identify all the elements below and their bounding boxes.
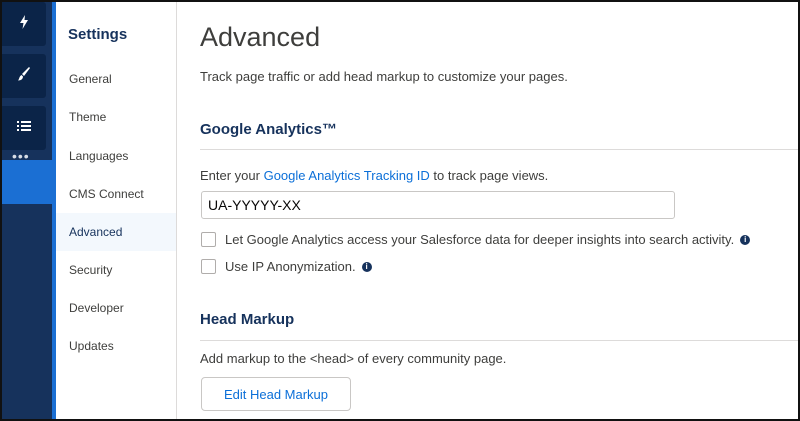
head-markup-heading: Head Markup	[200, 311, 295, 328]
page-title: Advanced	[200, 22, 321, 52]
main-content: Advanced Track page traffic or add head …	[177, 2, 798, 419]
salesforce-data-access-option: Let Google Analytics access your Salesfo…	[201, 232, 751, 247]
pages-list-button[interactable]	[2, 106, 46, 150]
section-divider	[200, 149, 798, 150]
info-icon[interactable]: i	[740, 234, 751, 245]
theme-brush-button[interactable]	[2, 54, 46, 98]
nav-item-general[interactable]: General	[56, 60, 176, 98]
nav-item-cms-connect[interactable]: CMS Connect	[56, 175, 176, 213]
prompt-text-after: to track page views.	[429, 168, 549, 183]
lightning-icon	[17, 14, 31, 34]
settings-nav: Settings General Theme Languages CMS Con…	[56, 2, 177, 419]
settings-gear-button[interactable]	[2, 160, 54, 204]
section-divider	[200, 340, 798, 341]
google-analytics-heading: Google Analytics™	[200, 121, 337, 138]
icon-rail: •••	[2, 2, 54, 419]
tracking-id-input[interactable]	[201, 191, 675, 219]
nav-item-languages[interactable]: Languages	[56, 137, 176, 175]
page-description: Track page traffic or add head markup to…	[200, 69, 568, 84]
tracking-id-prompt: Enter your Google Analytics Tracking ID …	[200, 168, 548, 183]
prompt-text-before: Enter your	[200, 168, 264, 183]
app-frame: ••• Settings General Theme Languages CMS…	[0, 0, 800, 421]
head-markup-description: Add markup to the <head> of every commun…	[200, 351, 507, 366]
brush-icon	[17, 66, 31, 86]
salesforce-data-access-checkbox[interactable]	[201, 232, 216, 247]
ip-anonymization-option: Use IP Anonymization. i	[201, 259, 372, 274]
nav-item-updates[interactable]: Updates	[56, 327, 176, 365]
salesforce-data-access-label: Let Google Analytics access your Salesfo…	[225, 232, 735, 247]
nav-item-advanced[interactable]: Advanced	[56, 213, 176, 251]
more-dots-icon[interactable]: •••	[12, 149, 30, 163]
list-icon	[17, 119, 31, 138]
edit-head-markup-button[interactable]: Edit Head Markup	[201, 377, 351, 411]
nav-item-theme[interactable]: Theme	[56, 98, 176, 136]
builder-lightning-button[interactable]	[2, 2, 46, 46]
ip-anonymization-label: Use IP Anonymization.	[225, 259, 356, 274]
tracking-id-help-link[interactable]: Google Analytics Tracking ID	[264, 168, 430, 183]
nav-item-security[interactable]: Security	[56, 251, 176, 289]
ip-anonymization-checkbox[interactable]	[201, 259, 216, 274]
nav-item-developer[interactable]: Developer	[56, 289, 176, 327]
settings-nav-title: Settings	[68, 26, 128, 43]
info-icon[interactable]: i	[361, 261, 372, 272]
